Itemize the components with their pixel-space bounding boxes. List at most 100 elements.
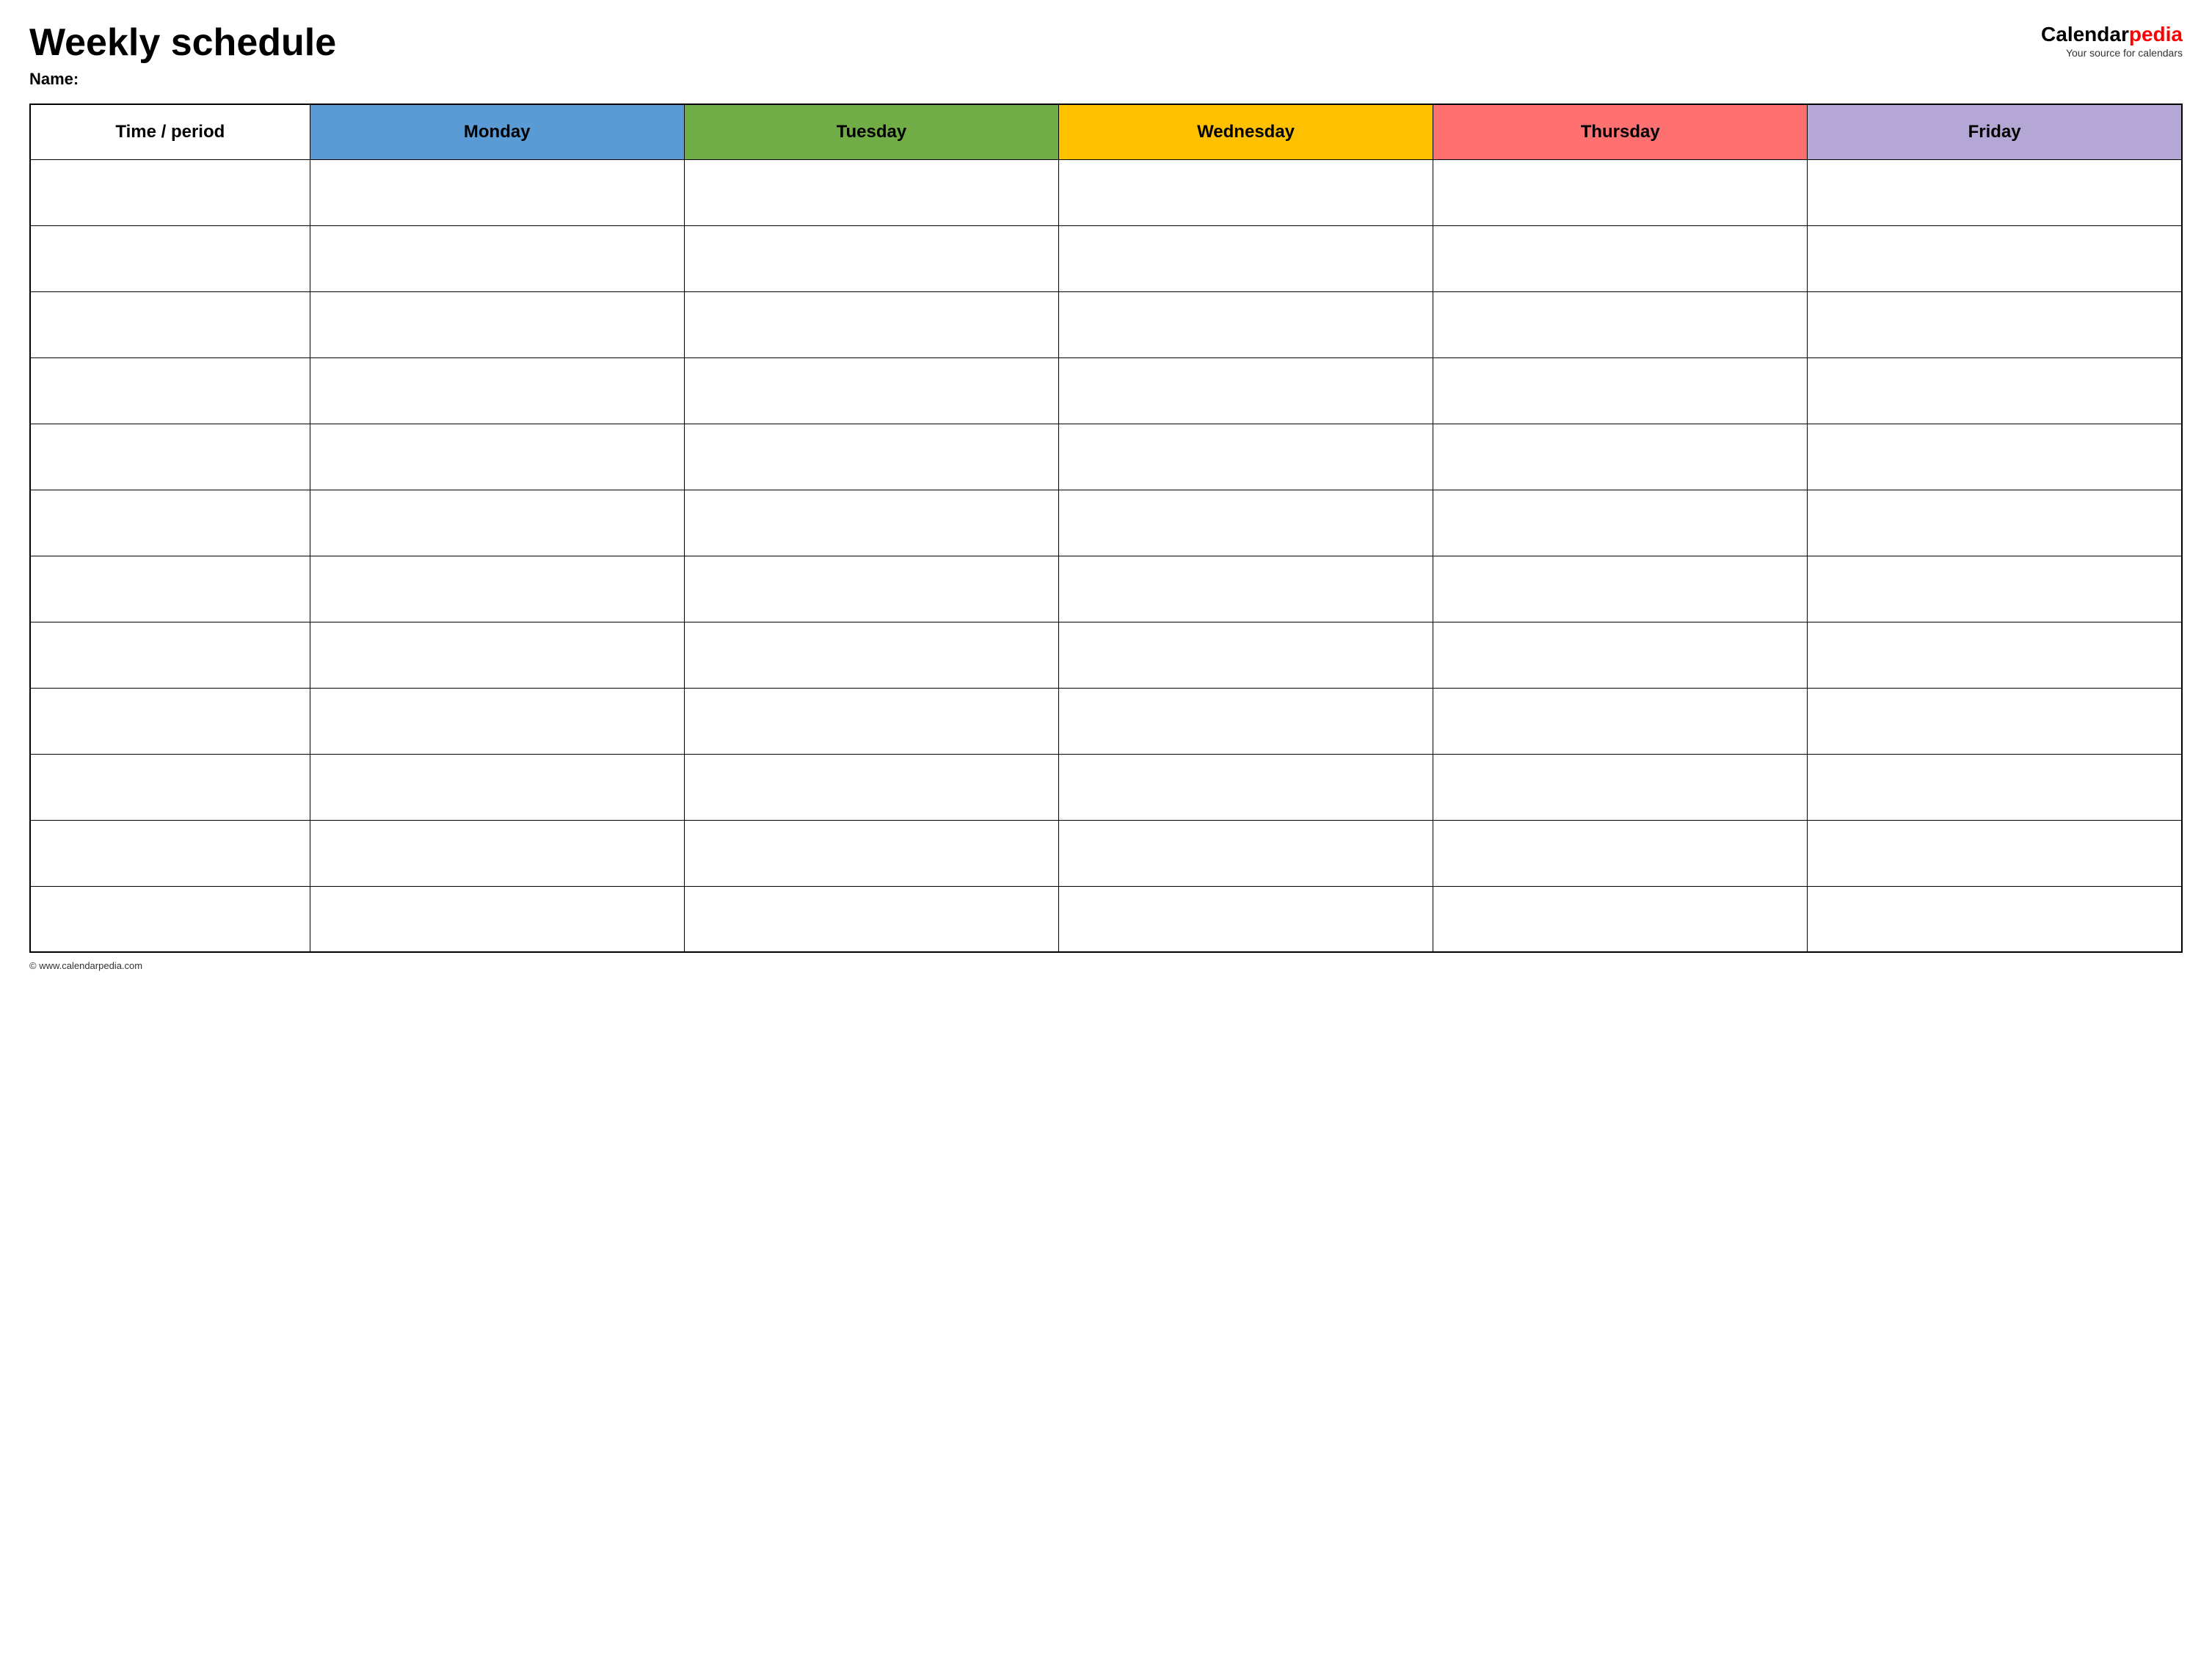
schedule-cell[interactable] — [1058, 159, 1433, 225]
time-cell[interactable] — [30, 159, 310, 225]
title-area: Weekly schedule Name: — [29, 22, 336, 89]
copyright-text: © www.calendarpedia.com — [29, 960, 142, 971]
schedule-cell[interactable] — [310, 424, 684, 490]
schedule-cell[interactable] — [1808, 159, 2182, 225]
table-row — [30, 490, 2182, 556]
schedule-cell[interactable] — [684, 754, 1058, 820]
schedule-cell[interactable] — [310, 820, 684, 886]
schedule-cell[interactable] — [1433, 357, 1808, 424]
schedule-cell[interactable] — [1433, 820, 1808, 886]
schedule-cell[interactable] — [310, 754, 684, 820]
schedule-cell[interactable] — [1058, 622, 1433, 688]
table-row — [30, 820, 2182, 886]
schedule-cell[interactable] — [1058, 490, 1433, 556]
schedule-cell[interactable] — [310, 688, 684, 754]
time-cell[interactable] — [30, 556, 310, 622]
table-row — [30, 886, 2182, 952]
time-cell[interactable] — [30, 886, 310, 952]
table-row — [30, 357, 2182, 424]
schedule-cell[interactable] — [1808, 490, 2182, 556]
time-cell[interactable] — [30, 820, 310, 886]
schedule-cell[interactable] — [1433, 886, 1808, 952]
time-cell[interactable] — [30, 291, 310, 357]
schedule-cell[interactable] — [310, 886, 684, 952]
time-cell[interactable] — [30, 424, 310, 490]
schedule-cell[interactable] — [1433, 556, 1808, 622]
schedule-cell[interactable] — [310, 291, 684, 357]
schedule-cell[interactable] — [684, 424, 1058, 490]
schedule-cell[interactable] — [1058, 820, 1433, 886]
schedule-cell[interactable] — [1058, 424, 1433, 490]
schedule-cell[interactable] — [310, 225, 684, 291]
schedule-cell[interactable] — [1433, 424, 1808, 490]
footer: © www.calendarpedia.com — [29, 960, 2183, 971]
table-row — [30, 754, 2182, 820]
table-row — [30, 291, 2182, 357]
schedule-cell[interactable] — [310, 159, 684, 225]
schedule-cell[interactable] — [1433, 754, 1808, 820]
table-row — [30, 556, 2182, 622]
col-header-wednesday: Wednesday — [1058, 104, 1433, 159]
schedule-cell[interactable] — [1433, 159, 1808, 225]
schedule-cell[interactable] — [1808, 291, 2182, 357]
schedule-cell[interactable] — [1808, 424, 2182, 490]
schedule-cell[interactable] — [684, 622, 1058, 688]
schedule-cell[interactable] — [684, 886, 1058, 952]
schedule-cell[interactable] — [1433, 490, 1808, 556]
col-header-time: Time / period — [30, 104, 310, 159]
schedule-cell[interactable] — [1058, 754, 1433, 820]
time-cell[interactable] — [30, 688, 310, 754]
schedule-cell[interactable] — [1808, 225, 2182, 291]
col-header-monday: Monday — [310, 104, 684, 159]
schedule-cell[interactable] — [1808, 754, 2182, 820]
schedule-cell[interactable] — [310, 556, 684, 622]
time-cell[interactable] — [30, 622, 310, 688]
table-header-row: Time / period Monday Tuesday Wednesday T… — [30, 104, 2182, 159]
schedule-cell[interactable] — [310, 490, 684, 556]
schedule-cell[interactable] — [684, 688, 1058, 754]
schedule-cell[interactable] — [684, 556, 1058, 622]
schedule-cell[interactable] — [1433, 291, 1808, 357]
schedule-cell[interactable] — [1808, 688, 2182, 754]
table-row — [30, 225, 2182, 291]
time-cell[interactable] — [30, 357, 310, 424]
schedule-body — [30, 159, 2182, 952]
schedule-cell[interactable] — [310, 622, 684, 688]
schedule-cell[interactable] — [684, 159, 1058, 225]
schedule-cell[interactable] — [1058, 357, 1433, 424]
schedule-cell[interactable] — [1058, 291, 1433, 357]
col-header-tuesday: Tuesday — [684, 104, 1058, 159]
schedule-cell[interactable] — [1808, 556, 2182, 622]
schedule-cell[interactable] — [684, 225, 1058, 291]
page-header: Weekly schedule Name: Calendarpedia Your… — [29, 22, 2183, 89]
table-row — [30, 424, 2182, 490]
schedule-table: Time / period Monday Tuesday Wednesday T… — [29, 104, 2183, 953]
logo-calendar: Calendar — [2041, 23, 2129, 46]
schedule-cell[interactable] — [684, 291, 1058, 357]
schedule-cell[interactable] — [684, 490, 1058, 556]
col-header-friday: Friday — [1808, 104, 2182, 159]
schedule-cell[interactable] — [1808, 357, 2182, 424]
logo-area: Calendarpedia Your source for calendars — [2041, 22, 2183, 59]
schedule-cell[interactable] — [1058, 556, 1433, 622]
schedule-cell[interactable] — [1433, 622, 1808, 688]
schedule-cell[interactable] — [1808, 820, 2182, 886]
schedule-cell[interactable] — [1058, 688, 1433, 754]
table-row — [30, 688, 2182, 754]
schedule-cell[interactable] — [1058, 886, 1433, 952]
schedule-cell[interactable] — [1058, 225, 1433, 291]
time-cell[interactable] — [30, 225, 310, 291]
schedule-cell[interactable] — [1433, 688, 1808, 754]
schedule-cell[interactable] — [310, 357, 684, 424]
schedule-cell[interactable] — [1808, 886, 2182, 952]
schedule-cell[interactable] — [1808, 622, 2182, 688]
schedule-cell[interactable] — [684, 357, 1058, 424]
col-header-thursday: Thursday — [1433, 104, 1808, 159]
time-cell[interactable] — [30, 754, 310, 820]
logo-pedia: pedia — [2129, 23, 2183, 46]
schedule-cell[interactable] — [1433, 225, 1808, 291]
time-cell[interactable] — [30, 490, 310, 556]
schedule-cell[interactable] — [684, 820, 1058, 886]
table-row — [30, 622, 2182, 688]
page-title: Weekly schedule — [29, 22, 336, 64]
